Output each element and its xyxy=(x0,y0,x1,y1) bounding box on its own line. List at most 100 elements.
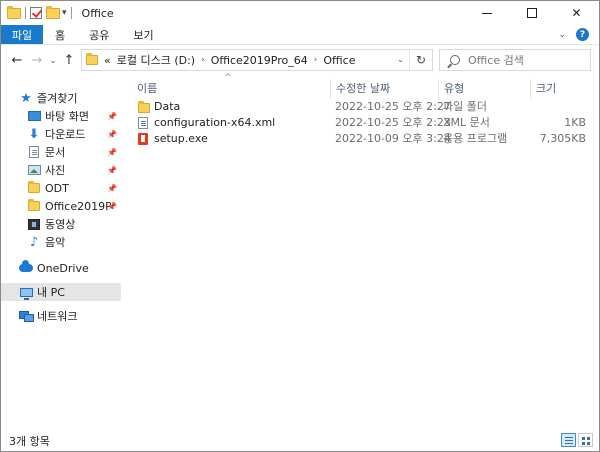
pin-icon[interactable]: 📌 xyxy=(107,130,117,139)
title-bar: ▾ Office ✕ xyxy=(1,1,599,25)
file-list-view: ^ 이름 수정한 날짜 유형 크기 Data 2022-10-25 오후 2:2… xyxy=(122,73,592,425)
file-type: 파일 폴더 xyxy=(443,100,487,113)
pin-icon[interactable]: 📌 xyxy=(107,166,117,175)
column-header-modified[interactable]: 수정한 날짜 xyxy=(330,79,438,99)
navigation-bar: ← → ⌄ ↑ « 로컬 디스크 (D:) › Office2019Pro_64… xyxy=(1,45,599,75)
address-folder-icon xyxy=(86,53,98,65)
large-icons-view-button[interactable] xyxy=(578,433,593,447)
desktop-icon xyxy=(27,109,41,123)
folder-icon xyxy=(7,5,21,19)
file-size: 1KB xyxy=(564,116,586,129)
help-icon[interactable]: ? xyxy=(576,28,589,41)
minimize-button[interactable] xyxy=(464,1,509,25)
sidebar-item-documents[interactable]: 문서 📌 xyxy=(1,143,121,161)
breadcrumb-chevron-icon[interactable]: › xyxy=(201,55,205,65)
address-bar[interactable]: « 로컬 디스크 (D:) › Office2019Pro_64 › Offic… xyxy=(81,49,433,71)
recent-locations-dropdown-icon[interactable]: ⌄ xyxy=(47,56,59,65)
properties-check-icon[interactable] xyxy=(30,7,42,19)
minimize-icon xyxy=(481,12,492,14)
column-headers: ^ 이름 수정한 날짜 유형 크기 xyxy=(122,73,592,99)
folder-icon xyxy=(27,199,41,213)
download-icon: ⬇ xyxy=(28,126,40,142)
file-row[interactable]: Data 2022-10-25 오후 2:27 파일 폴더 xyxy=(122,99,592,115)
pin-icon[interactable]: 📌 xyxy=(107,202,117,211)
back-button[interactable]: ← xyxy=(7,53,27,68)
window-controls: ✕ xyxy=(464,1,599,25)
sidebar-item-videos[interactable]: 동영상 xyxy=(1,215,121,233)
details-view-button[interactable] xyxy=(561,433,576,447)
item-count: 3개 항목 xyxy=(9,435,50,448)
tab-file[interactable]: 파일 xyxy=(1,25,43,44)
document-icon xyxy=(27,145,41,159)
tab-view[interactable]: 보기 xyxy=(121,25,165,44)
breadcrumb-chevron-icon[interactable]: › xyxy=(314,55,318,65)
sidebar-item-quick-access[interactable]: ★ 즐겨찾기 xyxy=(1,89,121,107)
ribbon-tabs: 파일 홈 공유 보기 ⌄ ? xyxy=(1,25,599,45)
address-history-dropdown-icon[interactable]: ⌄ xyxy=(392,50,410,70)
folder-icon xyxy=(138,101,150,113)
column-header-size[interactable]: 크기 xyxy=(530,79,592,99)
new-folder-icon[interactable] xyxy=(46,5,60,19)
picture-icon xyxy=(27,163,41,177)
sidebar-item-music[interactable]: ♪ 음악 xyxy=(1,233,121,251)
breadcrumb-overflow[interactable]: « xyxy=(104,54,111,67)
search-input[interactable] xyxy=(468,53,588,67)
sidebar-item-onedrive[interactable]: OneDrive xyxy=(1,259,121,277)
vertical-scrollbar[interactable] xyxy=(591,75,599,425)
status-bar: 3개 항목 xyxy=(1,431,599,451)
window-title: Office xyxy=(81,6,114,20)
tab-home[interactable]: 홈 xyxy=(43,25,77,44)
file-type: XML 문서 xyxy=(443,116,490,129)
maximize-icon xyxy=(526,8,537,18)
file-size: 7,305KB xyxy=(539,132,586,145)
breadcrumb-office2019pro[interactable]: Office2019Pro_64 xyxy=(211,54,308,67)
view-toggle xyxy=(561,433,593,447)
close-icon: ✕ xyxy=(571,6,582,20)
file-name: Data xyxy=(154,100,181,113)
expand-ribbon-chevron-icon[interactable]: ⌄ xyxy=(558,30,566,40)
file-rows: Data 2022-10-25 오후 2:27 파일 폴더 configurat… xyxy=(122,99,592,147)
navigation-pane: ★ 즐겨찾기 바탕 화면 📌 ⬇ 다운로드 📌 문서 📌 사진 📌 ODT 📌 xyxy=(1,85,121,425)
file-row[interactable]: configuration-x64.xml 2022-10-25 오후 2:23… xyxy=(122,115,592,131)
pin-icon[interactable]: 📌 xyxy=(107,148,117,157)
tab-share[interactable]: 공유 xyxy=(77,25,121,44)
file-modified: 2022-10-09 오후 3:24 xyxy=(335,132,451,145)
file-type: 응용 프로그램 xyxy=(443,132,508,145)
search-box[interactable] xyxy=(439,49,591,71)
pin-icon[interactable]: 📌 xyxy=(107,184,117,193)
file-name: setup.exe xyxy=(154,132,208,145)
pc-icon xyxy=(19,285,33,300)
file-explorer-window: ▾ Office ✕ 파일 홈 공유 보기 ⌄ ? ← → ⌄ ↑ « 로컬 디… xyxy=(0,0,600,452)
sidebar-item-network[interactable]: 네트워크 xyxy=(1,307,121,325)
sidebar-item-pictures[interactable]: 사진 📌 xyxy=(1,161,121,179)
file-modified: 2022-10-25 오후 2:27 xyxy=(335,100,451,113)
pin-icon[interactable]: 📌 xyxy=(107,112,117,121)
maximize-button[interactable] xyxy=(509,1,554,25)
close-button[interactable]: ✕ xyxy=(554,1,599,25)
toolbar-divider xyxy=(70,7,72,19)
sidebar-item-this-pc[interactable]: 내 PC xyxy=(1,283,121,301)
cloud-icon xyxy=(19,260,33,275)
forward-button[interactable]: → xyxy=(27,53,47,68)
sidebar-item-odt[interactable]: ODT 📌 xyxy=(1,179,121,197)
xml-file-icon xyxy=(138,117,148,129)
quick-access-toolbar: ▾ xyxy=(1,1,76,25)
breadcrumb-local-disk[interactable]: 로컬 디스크 (D:) xyxy=(117,52,195,68)
network-icon xyxy=(19,309,34,323)
breadcrumb-office[interactable]: Office xyxy=(323,54,355,67)
file-modified: 2022-10-25 오후 2:23 xyxy=(335,116,451,129)
sidebar-item-office2019pro[interactable]: Office2019Pro 📌 xyxy=(1,197,121,215)
refresh-button[interactable]: ↻ xyxy=(410,53,432,67)
file-row[interactable]: setup.exe 2022-10-09 오후 3:24 응용 프로그램 7,3… xyxy=(122,131,592,147)
ribbon-right-controls: ⌄ ? xyxy=(558,25,599,44)
column-header-name[interactable]: 이름 xyxy=(132,79,330,99)
column-header-type[interactable]: 유형 xyxy=(438,79,530,99)
up-button[interactable]: ↑ xyxy=(59,53,79,68)
file-name: configuration-x64.xml xyxy=(154,116,276,129)
sidebar-item-downloads[interactable]: ⬇ 다운로드 📌 xyxy=(1,125,121,143)
details-view-icon xyxy=(565,437,573,438)
customize-toolbar-dropdown-icon[interactable]: ▾ xyxy=(62,8,67,18)
sidebar-item-desktop[interactable]: 바탕 화면 📌 xyxy=(1,107,121,125)
address-bar-controls: ⌄ ↻ xyxy=(392,50,432,70)
file-size xyxy=(530,99,586,115)
